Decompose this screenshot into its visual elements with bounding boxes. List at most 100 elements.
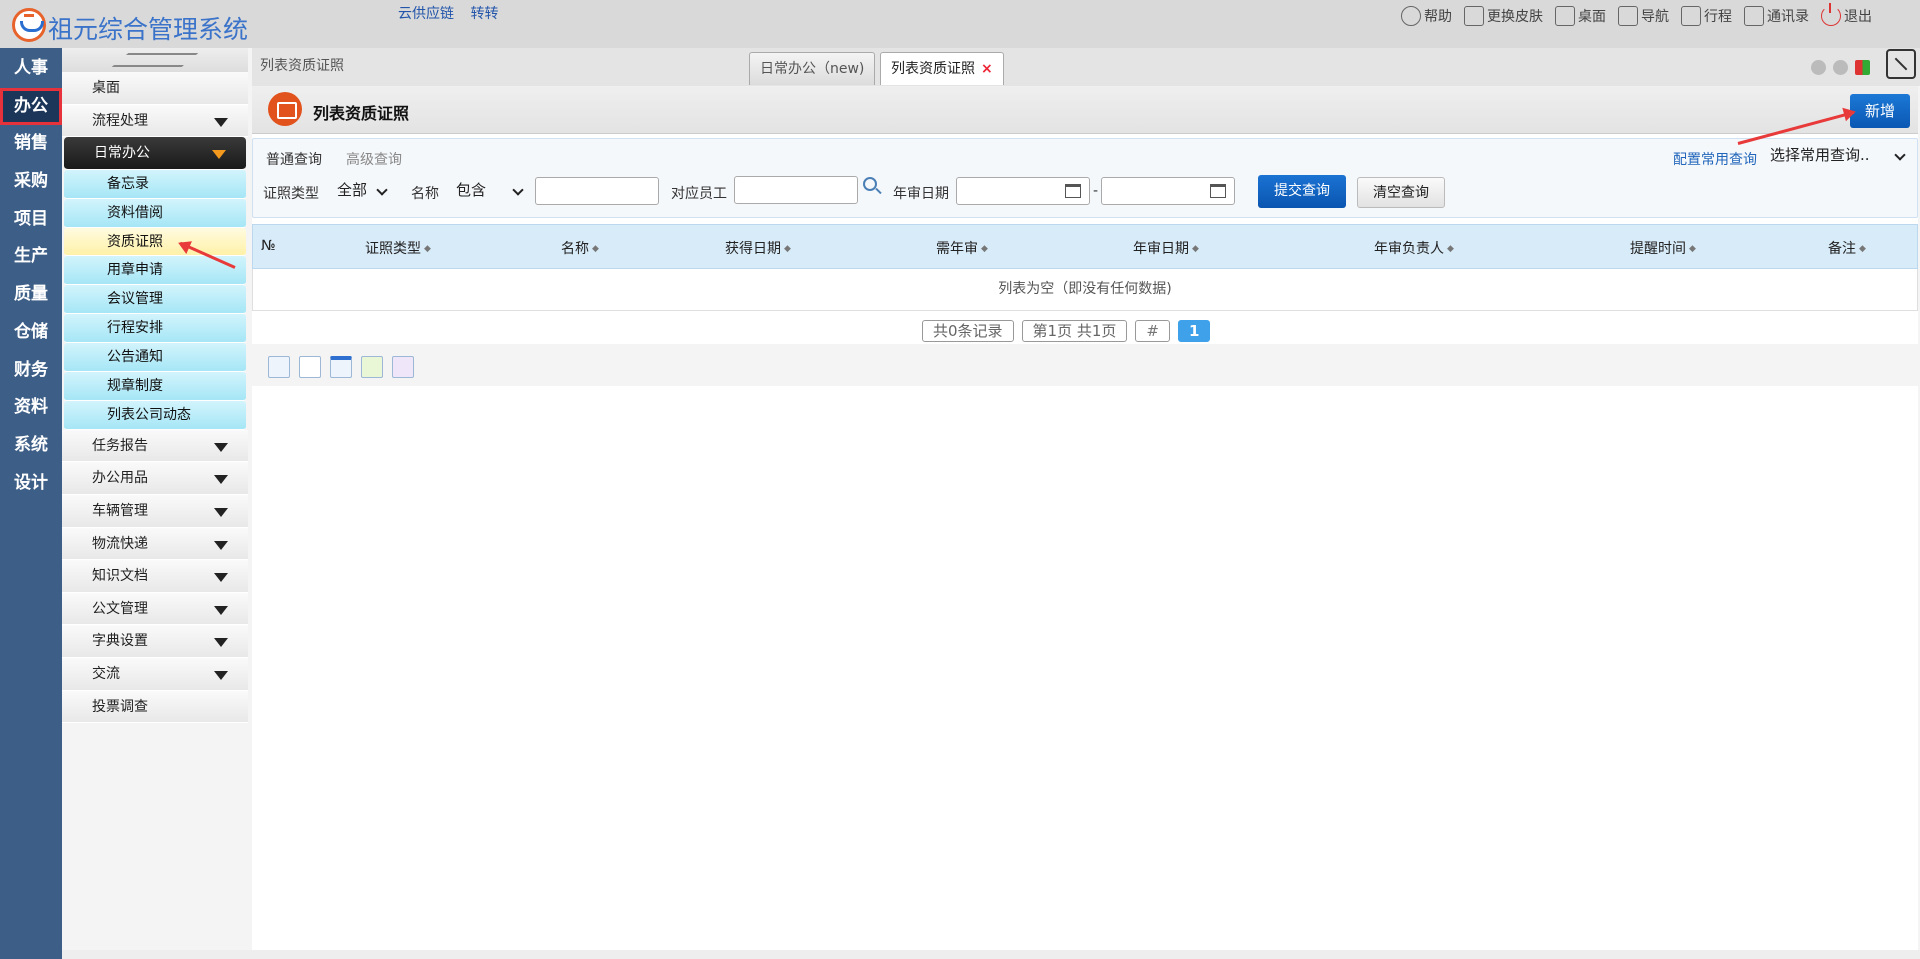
schedule-label: 行程 [1704, 9, 1732, 25]
menu-vehicles[interactable]: 车辆管理 [62, 494, 248, 528]
menu-office-supplies[interactable]: 办公用品 [62, 462, 248, 495]
col-reminder-time[interactable]: 提醒时间 ◆ [1630, 238, 1696, 258]
page-1-button[interactable]: 1 [1177, 320, 1211, 342]
scroll-tabs-right-icon[interactable] [1833, 60, 1848, 75]
tab-certificate-list[interactable]: 列表资质证照 × [880, 52, 1004, 85]
col-number: № [261, 238, 276, 254]
menu-label: 物流快递 [92, 535, 148, 552]
name-operator-select[interactable]: 包含 [449, 176, 531, 204]
configure-query-link[interactable]: 配置常用查询 [1673, 149, 1757, 169]
sort-icon: ◆ [1859, 244, 1866, 254]
menu-daily-office[interactable]: 日常办公 [64, 137, 246, 170]
change-skin-button[interactable]: 更换皮肤 [1464, 6, 1543, 26]
col-remarks[interactable]: 备注 ◆ [1828, 238, 1866, 258]
schedule-button[interactable]: 行程 [1681, 6, 1732, 26]
document-icon[interactable] [299, 356, 321, 378]
select-columns-icon[interactable] [268, 356, 290, 378]
table-icon[interactable] [330, 356, 352, 378]
nav-system[interactable]: 系统 [0, 427, 62, 465]
menu-communication[interactable]: 交流 [62, 657, 248, 691]
submenu-memo[interactable]: 备忘录 [64, 169, 246, 199]
menu-label: 字典设置 [92, 633, 148, 650]
link-cloud-supply[interactable]: 云供应链 [398, 6, 454, 22]
tab-menu-icon[interactable] [1855, 60, 1870, 75]
calendar-icon[interactable] [1065, 184, 1081, 198]
employee-label: 对应员工 [671, 186, 727, 202]
submit-query-button[interactable]: 提交查询 [1258, 175, 1346, 208]
power-icon [1821, 3, 1841, 26]
nav-design[interactable]: 设计 [0, 465, 62, 503]
submenu-doc-borrow[interactable]: 资料借阅 [64, 198, 246, 228]
contacts-button[interactable]: 通讯录 [1744, 6, 1809, 26]
col-review-owner[interactable]: 年审负责人 ◆ [1374, 238, 1454, 258]
nav-production[interactable]: 生产 [0, 238, 62, 276]
close-tab-icon[interactable]: × [981, 61, 993, 77]
menu-task-report[interactable]: 任务报告 [62, 429, 248, 463]
col-cert-type[interactable]: 证照类型 ◆ [365, 238, 431, 258]
search-icon[interactable] [863, 177, 877, 191]
navigation-button[interactable]: 导航 [1618, 6, 1669, 26]
date-to-input[interactable] [1101, 177, 1235, 205]
menu-dictionary[interactable]: 字典设置 [62, 625, 248, 658]
link-zhuanzhuan[interactable]: 转转 [470, 6, 498, 22]
employee-input[interactable] [734, 176, 858, 204]
help-button[interactable]: 帮助 [1401, 6, 1452, 26]
sort-icon: ◆ [1689, 244, 1696, 254]
menu-logistics[interactable]: 物流快递 [62, 527, 248, 561]
submenu-meetings[interactable]: 会议管理 [64, 285, 246, 315]
menu-knowledge[interactable]: 知识文档 [62, 560, 248, 593]
date-from-input[interactable] [956, 177, 1090, 205]
menu-documents[interactable]: 公文管理 [62, 592, 248, 626]
nav-data[interactable]: 资料 [0, 389, 62, 427]
nav-hr[interactable]: 人事 [0, 50, 62, 88]
fullscreen-button[interactable] [1886, 49, 1916, 79]
list-icon [268, 92, 302, 126]
col-needs-review[interactable]: 需年审 ◆ [936, 238, 988, 258]
sort-icon: ◆ [784, 244, 791, 254]
desktop-button[interactable]: 桌面 [1555, 6, 1606, 26]
nav-office[interactable]: 办公 [0, 87, 62, 126]
nav-quality[interactable]: 质量 [0, 276, 62, 314]
tab-daily-office[interactable]: 日常办公（new) [749, 52, 876, 85]
submenu-announcements[interactable]: 公告通知 [64, 343, 246, 373]
collapse-sidebar-button[interactable] [62, 48, 248, 72]
tab-normal-query[interactable]: 普通查询 [266, 149, 322, 169]
scroll-tabs-left-icon[interactable] [1811, 60, 1826, 75]
caret-down-icon [214, 540, 228, 550]
common-query-select[interactable]: 选择常用查询.. [1763, 141, 1913, 169]
col-name[interactable]: 名称 ◆ [561, 238, 599, 258]
caret-down-icon [214, 605, 228, 615]
nav-finance[interactable]: 财务 [0, 352, 62, 390]
col-obtained-date[interactable]: 获得日期 ◆ [725, 238, 791, 258]
nav-purchase[interactable]: 采购 [0, 163, 62, 201]
menu-vote[interactable]: 投票调查 [62, 690, 248, 724]
submenu-schedule[interactable]: 行程安排 [64, 314, 246, 344]
submenu-certificates[interactable]: 资质证照 [64, 227, 246, 257]
col-review-date[interactable]: 年审日期 ◆ [1133, 238, 1199, 258]
nav-warehouse[interactable]: 仓储 [0, 314, 62, 352]
help-label: 帮助 [1424, 9, 1452, 25]
col-label: 获得日期 [725, 241, 781, 257]
tab-advanced-query[interactable]: 高级查询 [346, 149, 402, 169]
empty-message: 列表为空（即没有任何数据) [252, 269, 1918, 311]
nav-project[interactable]: 项目 [0, 201, 62, 239]
navigation-label: 导航 [1641, 9, 1669, 25]
menu-desktop[interactable]: 桌面 [62, 72, 248, 105]
contacts-label: 通讯录 [1767, 9, 1809, 25]
clear-query-button[interactable]: 清空查询 [1357, 177, 1445, 208]
goto-page-button[interactable]: # [1135, 320, 1170, 342]
settings-icon[interactable] [392, 356, 414, 378]
calendar-icon[interactable] [1210, 184, 1226, 198]
add-button[interactable]: 新增 [1850, 94, 1910, 128]
menu-flow[interactable]: 流程处理 [62, 104, 248, 138]
submenu-company-news[interactable]: 列表公司动态 [64, 400, 246, 430]
name-label: 名称 [411, 186, 439, 202]
table-header: № 证照类型 ◆ 名称 ◆ 获得日期 ◆ 需年审 ◆ 年审日期 ◆ 年审负责人 ◆ 提醒时间… [252, 224, 1918, 269]
menu-daily-label: 日常办公 [94, 145, 150, 162]
nav-sales[interactable]: 销售 [0, 125, 62, 163]
cert-type-select[interactable]: 全部 [330, 176, 395, 204]
edit-icon[interactable] [361, 356, 383, 378]
logout-button[interactable]: 退出 [1821, 3, 1872, 26]
name-input[interactable] [535, 177, 659, 205]
submenu-regulations[interactable]: 规章制度 [64, 372, 246, 401]
